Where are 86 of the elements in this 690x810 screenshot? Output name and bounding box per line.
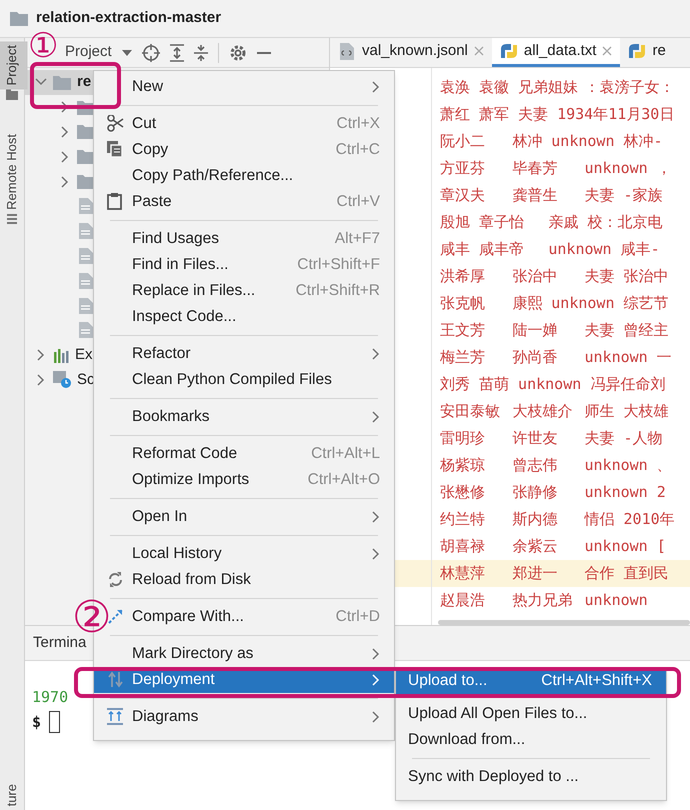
code-line: 袁涣 袁徽 兄弟姐妹 ：袁滂子女：	[440, 77, 674, 98]
code-line: 章汉夫 龚普生 夫妻 -家族	[440, 185, 663, 206]
menu-item[interactable]: Copy Path/Reference...	[94, 163, 394, 189]
code-line: 殷旭 章子怡 亲戚 校：北京电	[440, 212, 662, 234]
code-line: 雷明珍 许世友 夫妻 -人物	[440, 428, 663, 450]
chevron-right-icon[interactable]	[35, 349, 47, 362]
code-line: 王文芳 陆一婵 夫妻 曾经主	[440, 320, 669, 342]
compare-icon	[107, 608, 124, 625]
close-icon[interactable]	[602, 46, 612, 56]
menu-item[interactable]: Replace in Files... Ctrl+Shift+R	[94, 278, 394, 304]
editor-tab[interactable]: re	[620, 38, 674, 67]
code-line: 安田泰敏 大枝雄介 师生 大枝雄	[440, 401, 669, 422]
terminal-prompt: $	[32, 712, 42, 732]
code-line: 阮小二 林冲 unknown 林冲-	[440, 131, 663, 152]
expand-all-icon[interactable]	[170, 44, 184, 62]
text-cursor	[49, 710, 60, 733]
side-tab[interactable]: Remote Host	[0, 130, 28, 214]
clock-icon	[53, 371, 71, 388]
python-file-icon	[628, 42, 646, 60]
caret-icon[interactable]	[122, 50, 132, 56]
chevron-right-icon[interactable]	[59, 126, 71, 138]
code-line: 方亚芬 毕春芳 unknown ，	[440, 158, 672, 180]
code-line: 胡喜禄 余紫云 unknown [	[440, 536, 666, 558]
menu-item[interactable]: Mark Directory as	[94, 641, 394, 667]
menu-item[interactable]: Find in Files... Ctrl+Shift+F	[94, 252, 394, 278]
step-number: ①	[28, 29, 58, 63]
clipboard-icon	[107, 193, 124, 210]
chevron-right-icon[interactable]	[59, 150, 71, 163]
menu-item[interactable]: Find Usages Alt+F7	[94, 226, 394, 252]
copy-icon	[107, 141, 124, 158]
settings-icon[interactable]	[228, 44, 247, 62]
code-line: 张克帆 康熙 unknown 综艺节	[440, 293, 669, 314]
menu-item[interactable]: Cut Ctrl+X	[94, 111, 394, 137]
menu-item[interactable]: Download from...	[396, 727, 666, 753]
code-line: 杨紫琼 曾志伟 unknown 、	[440, 455, 672, 476]
code-line: 刘秀 苗萌 unknown 冯异任命刘	[440, 374, 666, 396]
window-title: relation-extraction-master	[36, 8, 222, 28]
code-line: 洪希厚 张治中 夫妻 张治中	[440, 266, 669, 288]
menu-item[interactable]: Refactor	[94, 341, 394, 367]
scrollbar[interactable]	[438, 620, 690, 625]
code-line: 萧红 萧军 夫妻 1934年11月30日	[440, 104, 674, 126]
transfer-arrows-icon	[107, 671, 124, 688]
menu-item[interactable]: Local History	[94, 541, 394, 567]
bar-chart-icon	[53, 348, 69, 363]
folder-icon	[10, 11, 28, 26]
menu-item[interactable]: Optimize Imports Ctrl+Alt+O	[94, 467, 394, 493]
code-line: 林慧萍 郑进一 合作 直到民	[440, 563, 669, 584]
panel-title[interactable]: Project	[65, 41, 112, 64]
json-file-icon	[338, 42, 356, 60]
reload-icon	[107, 571, 124, 588]
menu-item[interactable]: Sync with Deployed to ...	[396, 764, 666, 790]
folder-icon	[53, 74, 71, 90]
server-icon	[7, 214, 17, 224]
close-icon[interactable]	[474, 46, 484, 56]
menu-item[interactable]: Open In	[94, 504, 394, 530]
menu-item[interactable]: Bookmarks	[94, 404, 394, 430]
menu-item[interactable]: Upload All Open Files to...	[396, 701, 666, 727]
code-line: 咸丰 咸丰帝 unknown 咸丰-	[440, 239, 660, 260]
side-tab[interactable]: ture	[0, 780, 28, 810]
menu-item[interactable]: New	[94, 74, 394, 100]
folder-icon	[6, 89, 18, 100]
minimize-icon[interactable]	[256, 50, 271, 54]
collapse-all-icon[interactable]	[194, 44, 208, 62]
code-line: 约兰特 斯内德 情侣 2010年	[440, 509, 675, 530]
menu-item[interactable]: Inspect Code...	[94, 304, 394, 330]
terminal-text: 1970	[32, 687, 68, 708]
side-tab[interactable]: Project	[0, 41, 28, 90]
diagram-icon	[107, 708, 124, 725]
menu-item[interactable]: Clean Python Compiled Files	[94, 367, 394, 393]
code-line: 赵晨浩 热力兄弟 unknown	[440, 590, 648, 612]
locate-icon[interactable]	[142, 44, 160, 62]
tree-item[interactable]: Ex	[75, 344, 93, 366]
menu-item[interactable]: Paste Ctrl+V	[94, 189, 394, 215]
chevron-right-icon[interactable]	[59, 176, 71, 188]
chevron-right-icon[interactable]	[35, 374, 47, 386]
python-file-icon	[500, 42, 518, 60]
tree-item[interactable]: re	[77, 71, 92, 94]
menu-item[interactable]: Reload from Disk	[94, 567, 394, 593]
code-line: 梅兰芳 孙尚香 unknown 一	[440, 347, 672, 368]
menu-item[interactable]: Copy Ctrl+C	[94, 137, 394, 163]
editor-tab[interactable]: all_data.txt	[492, 38, 620, 67]
menu-item[interactable]: Reformat Code Ctrl+Alt+L	[94, 441, 394, 467]
menu-item[interactable]: Diagrams	[94, 704, 394, 730]
editor-tab[interactable]: val_known.jsonl	[330, 38, 492, 67]
code-line: 张懋修 张静修 unknown 2	[440, 482, 666, 504]
scissors-icon	[107, 115, 124, 132]
